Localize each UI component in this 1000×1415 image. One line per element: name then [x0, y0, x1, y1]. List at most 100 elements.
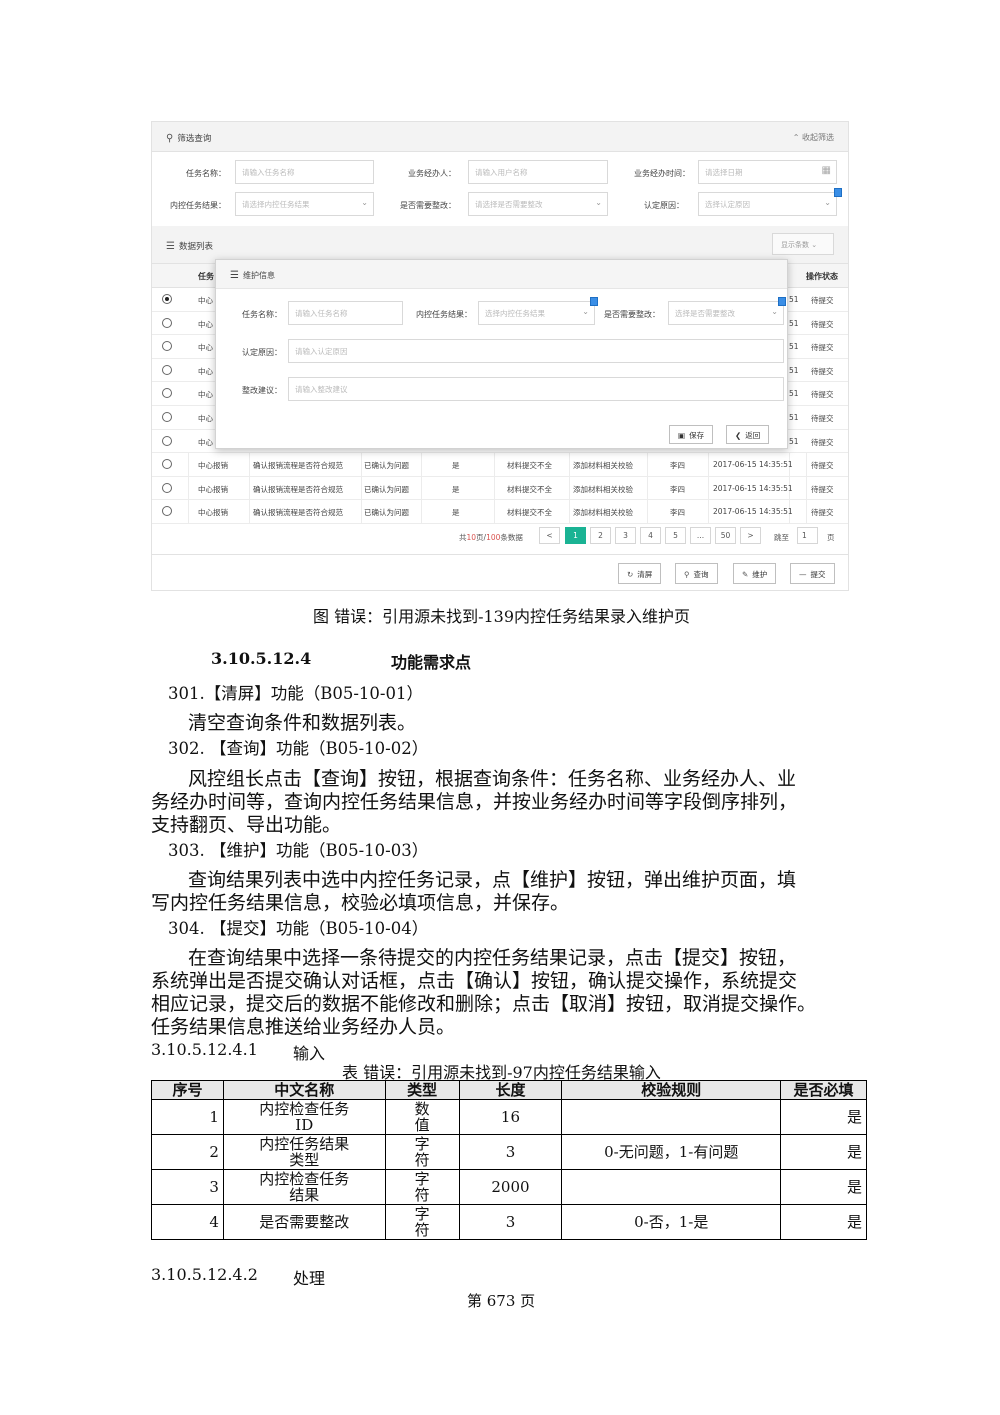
page-button[interactable]: 3 — [615, 527, 636, 544]
page-button[interactable]: 2 — [590, 527, 611, 544]
handle-time-input[interactable]: 请选择日期 ▦ — [698, 160, 837, 184]
next-page-button[interactable]: > — [740, 527, 761, 544]
handle-time-label: 业务经办时间： — [634, 169, 690, 178]
row-number: 2 — [151, 1134, 224, 1170]
query-button[interactable]: ⚲ 查询 — [675, 563, 718, 584]
chevron-left-icon: ❮ — [735, 431, 742, 440]
edit-icon: ✎ — [742, 570, 749, 579]
table-cell: 51 — [789, 389, 799, 399]
row-number: 4 — [151, 1204, 224, 1240]
table-cell: 待提交 — [811, 437, 834, 447]
name-line: 内控任务结果 — [259, 1135, 350, 1153]
rectify-select[interactable]: 请选择是否需要整改 ⌄ — [468, 192, 608, 216]
table-cell: 待提交 — [811, 296, 834, 305]
row-radio[interactable] — [162, 506, 172, 517]
submit-button[interactable]: — 提交 — [790, 563, 835, 584]
type-line: 符 — [414, 1151, 430, 1169]
table-row[interactable]: 中心报销 确认报销流程是否符合规范 已确认为问题 是 材料提交不全 添加材料相关校验 李四 2… — [152, 453, 848, 477]
clear-button[interactable]: ↻ 清屏 — [618, 563, 662, 584]
back-button[interactable]: ❮ 返回 — [726, 425, 770, 444]
task-name-input[interactable]: 请输入任务名称 — [235, 160, 374, 184]
chevron-down-icon: ⌄ — [361, 198, 368, 207]
field-length: 2000 — [458, 1169, 563, 1205]
collapse-filter-toggle[interactable]: ⌃ 收起筛选 — [793, 132, 834, 143]
advice-label: 整改建议： — [242, 386, 282, 395]
task-name-label: 任务名称： — [242, 310, 282, 319]
field-rule: 0-无问题，1-有问题 — [561, 1134, 782, 1170]
figure-caption: 图 错误：引用源未找到-139内控任务结果录入维护页 — [313, 607, 691, 626]
dialog-rectify-select[interactable]: 选择是否需要整改 ⌄ — [668, 301, 784, 325]
item-body-line: 系统弹出是否提交确认对话框，点击【确认】按钮，确认提交操作，系统提交 — [151, 970, 798, 992]
row-radio[interactable] — [162, 341, 172, 352]
type-line: 符 — [414, 1221, 430, 1239]
row-radio[interactable] — [162, 317, 172, 328]
column-divider — [569, 453, 570, 476]
goto-page-input[interactable]: 1 — [797, 527, 818, 544]
table-row: 4 是否需要整改字符 3 0-否，1-是是 — [151, 1204, 867, 1240]
pagination: 共10页/100条数据 < 1 2 3 4 5 ... 50 > 跳至 1 页 — [152, 523, 848, 549]
table-row[interactable]: 中心报销 确认报销流程是否符合规范 已确认为问题 是 材料提交不全 添加材料相关校验 李四 2… — [152, 500, 848, 524]
row-radio[interactable] — [162, 388, 172, 399]
table-cell: 添加材料相关校验 — [573, 484, 633, 494]
dialog-result-select[interactable]: 选择内控任务结果 ⌄ — [478, 301, 595, 325]
result-select[interactable]: 请选择内控任务结果 ⌄ — [235, 192, 374, 216]
column-divider — [249, 453, 250, 476]
field-name: 是否需要整改 — [222, 1204, 386, 1240]
row-radio[interactable] — [162, 364, 172, 375]
dialog-task-name-input[interactable]: 请输入任务名称 — [288, 301, 403, 325]
column-divider — [188, 500, 189, 523]
maintain-dialog: ☰ 维护信息 任务名称： 请输入任务名称 内控任务结果： 选择内控任务结果 ⌄ 是否… — [215, 259, 788, 449]
dialog-advice-input[interactable]: 请输入整改建议 — [288, 377, 784, 401]
table-cell: 材料提交不全 — [507, 461, 552, 470]
reason-select[interactable]: 选择认定原因 ⌄ — [698, 192, 837, 216]
page-button[interactable]: 5 — [665, 527, 686, 544]
result-label: 内控任务结果： — [170, 201, 226, 210]
list-icon: ☰ — [230, 270, 239, 281]
table-cell: 待提交 — [811, 461, 834, 470]
item-heading: 301.【清屏】功能（B05-10-01） — [168, 684, 424, 703]
column-divider — [421, 500, 422, 523]
page-button[interactable]: 50 — [715, 527, 736, 544]
type-line: 字 — [414, 1205, 430, 1223]
table-cell: 中心 — [198, 390, 213, 400]
save-icon: ▣ — [678, 431, 686, 440]
table-body: 1 内控检查任务 ID 数值 16 是 2 内控任务结果 类型字符 3 0-无问题，1-有问题是 3 内… — [151, 1099, 867, 1240]
item-body-line: 在查询结果中选择一条待提交的内控任务结果记录，点击【提交】按钮， — [188, 947, 797, 969]
row-radio[interactable] — [162, 482, 172, 493]
row-radio[interactable] — [162, 294, 172, 304]
row-radio[interactable] — [162, 435, 172, 446]
row-radio[interactable] — [162, 459, 172, 469]
page-size-select[interactable]: 显示条数 ⌄ — [772, 233, 834, 255]
handler-input[interactable]: 请输入用户名称 — [468, 160, 608, 184]
subsection-number: 3.10.5.12.4.1 — [151, 1040, 258, 1059]
task-name-label: 任务名称： — [186, 169, 226, 178]
dialog-reason-input[interactable]: 请输入认定原因 — [288, 339, 784, 363]
page-button[interactable]: 1 — [565, 527, 586, 544]
table-cell: 待提交 — [811, 508, 834, 518]
column-divider — [806, 500, 807, 523]
page-button[interactable]: 4 — [640, 527, 661, 544]
table-row: 3 内控检查任务 结果字符 2000 是 — [151, 1169, 867, 1205]
column-divider — [421, 476, 422, 500]
table-row[interactable]: 中心报销 确认报销流程是否符合规范 已确认为问题 是 材料提交不全 添加材料相关校验 李四 2… — [152, 476, 848, 501]
item-body-line: 查询结果列表中选中内控任务记录，点【维护】按钮，弹出维护页面，填 — [188, 869, 797, 891]
field-required: 是 — [780, 1134, 867, 1170]
table-cell: 确认报销流程是否符合规范 — [253, 508, 343, 518]
column-divider — [647, 500, 648, 523]
column-header: 中文名称 — [222, 1080, 386, 1100]
anchor-marker — [590, 297, 598, 306]
row-radio[interactable] — [162, 412, 172, 422]
save-button[interactable]: ▣ 保存 — [669, 425, 714, 444]
maintain-button[interactable]: ✎ 维护 — [733, 563, 777, 584]
type-line: 字 — [414, 1170, 430, 1188]
name-line: 内控检查任务 — [259, 1170, 350, 1188]
goto-label: 跳至 — [774, 533, 789, 542]
table-cell: 51 — [789, 318, 799, 328]
table-cell: 中心报销 — [198, 484, 228, 494]
field-type: 字符 — [384, 1204, 460, 1240]
field-name: 内控任务结果 类型 — [222, 1134, 386, 1170]
prev-page-button[interactable]: < — [539, 527, 560, 544]
table-cell: 李四 — [670, 508, 685, 518]
table-cell: 中心 — [198, 319, 213, 329]
table-cell: 中心报销 — [198, 461, 228, 470]
